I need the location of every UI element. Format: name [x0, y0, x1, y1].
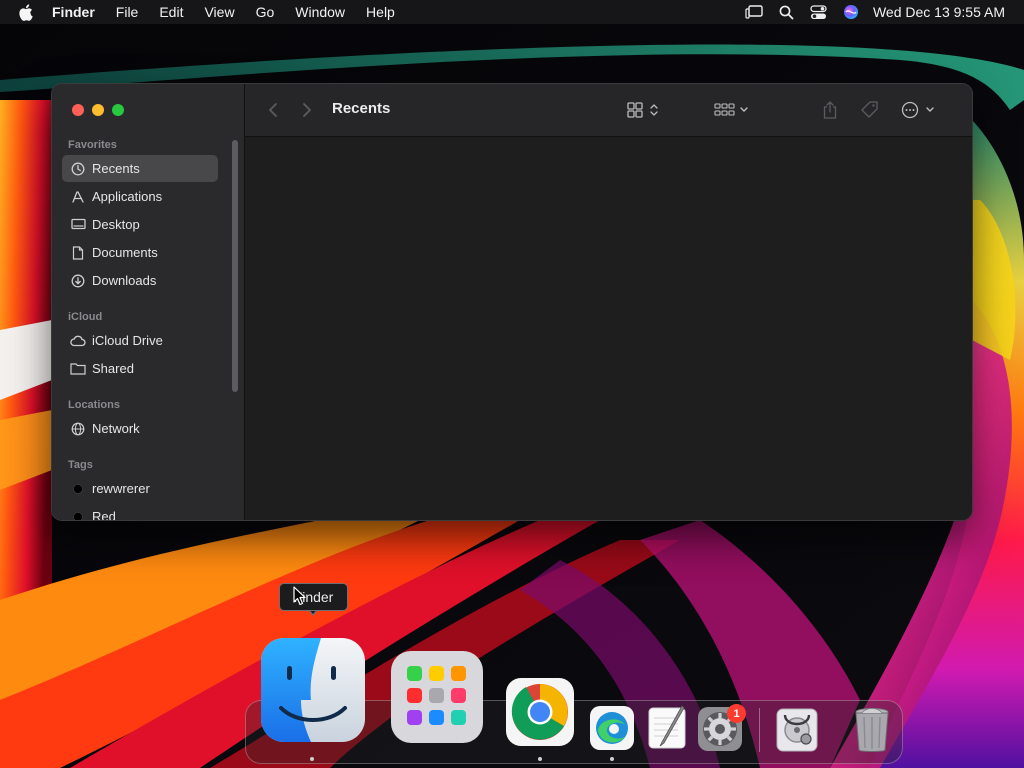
- sidebar-item-downloads[interactable]: Downloads: [62, 267, 218, 294]
- group-icon[interactable]: [709, 100, 753, 120]
- chrome-icon[interactable]: [505, 677, 575, 747]
- apple-icon[interactable]: [18, 3, 34, 21]
- window-title: Recents: [332, 100, 391, 117]
- sidebar-item-label: iCloud Drive: [92, 333, 163, 348]
- textedit-icon[interactable]: [644, 704, 690, 752]
- globe-icon: [70, 421, 86, 437]
- sidebar-item-label: rewwrerer: [92, 481, 150, 496]
- trash-icon[interactable]: [848, 704, 896, 754]
- tag-dot-icon: [70, 481, 86, 497]
- sidebar-item-label: Network: [92, 421, 140, 436]
- more-actions-icon[interactable]: [899, 99, 939, 121]
- sidebar-scrollbar[interactable]: [232, 140, 238, 392]
- menu-go[interactable]: Go: [256, 0, 275, 24]
- menu-bar-clock[interactable]: Wed Dec 13 9:55 AM: [873, 4, 1005, 20]
- forward-icon[interactable]: [297, 100, 317, 120]
- chrome-running-indicator: [538, 757, 542, 761]
- finder-icon[interactable]: [261, 638, 365, 742]
- sidebar-item-desktop[interactable]: Desktop: [62, 211, 218, 238]
- sidebar-item-applications[interactable]: Applications: [62, 183, 218, 210]
- clock-icon: [70, 161, 86, 177]
- sidebar-section-tags: Tags: [68, 459, 93, 471]
- sidebar-section-icloud: iCloud: [68, 311, 103, 323]
- spotlight-icon[interactable]: [779, 5, 794, 20]
- sidebar-section-locations: Locations: [68, 399, 120, 411]
- sidebar-item-label: Shared: [92, 361, 134, 376]
- control-center-icon[interactable]: [810, 4, 827, 20]
- launchpad-icon[interactable]: [390, 650, 484, 744]
- desktop-icon: [70, 217, 86, 233]
- applications-icon: [70, 189, 86, 205]
- tag-dot-icon: [70, 509, 86, 520]
- edge-running-indicator: [610, 757, 614, 761]
- sidebar-item-label: Desktop: [92, 217, 140, 232]
- menu-app-name[interactable]: Finder: [52, 0, 95, 24]
- finder-window: Favorites Recents Applications Desktop D…: [52, 84, 972, 520]
- sidebar-item-shared[interactable]: Shared: [62, 355, 218, 382]
- document-icon: [70, 245, 86, 261]
- menu-window[interactable]: Window: [295, 0, 345, 24]
- sidebar-item-label: Documents: [92, 245, 158, 260]
- sidebar-section-favorites: Favorites: [68, 139, 117, 151]
- sidebar-item-label: Downloads: [92, 273, 157, 288]
- menu-help[interactable]: Help: [366, 0, 395, 24]
- back-icon[interactable]: [263, 100, 283, 120]
- menu-file[interactable]: File: [116, 0, 139, 24]
- siri-icon[interactable]: [843, 4, 859, 20]
- shared-folder-icon: [70, 361, 86, 377]
- finder-sidebar: Favorites Recents Applications Desktop D…: [52, 84, 245, 520]
- menu-edit[interactable]: Edit: [159, 0, 183, 24]
- menu-view[interactable]: View: [204, 0, 234, 24]
- menu-bar: Finder File Edit View Go Window Help Wed…: [0, 0, 1024, 24]
- finder-toolbar: Recents: [245, 84, 972, 137]
- dock-separator: [759, 708, 760, 752]
- minimize-window-button[interactable]: [92, 104, 104, 116]
- sidebar-item-label: Red: [92, 509, 116, 520]
- sidebar-item-label: Applications: [92, 189, 163, 204]
- close-window-button[interactable]: [72, 104, 84, 116]
- zoom-window-button[interactable]: [112, 104, 124, 116]
- icon-view-icon[interactable]: [623, 100, 663, 120]
- sidebar-item-network[interactable]: Network: [62, 415, 218, 442]
- edge-icon[interactable]: [589, 705, 635, 751]
- tag-icon[interactable]: [858, 99, 882, 121]
- sidebar-item-icloud-drive[interactable]: iCloud Drive: [62, 327, 218, 354]
- sidebar-tag-red[interactable]: Red: [62, 503, 218, 520]
- sidebar-tag-rewwrerer[interactable]: rewwrerer: [62, 475, 218, 502]
- file-list-area[interactable]: [245, 137, 972, 520]
- mouse-cursor: [293, 586, 307, 611]
- sidebar-item-documents[interactable]: Documents: [62, 239, 218, 266]
- sidebar-item-label: Recents: [92, 161, 140, 176]
- notification-badge: 1: [727, 704, 746, 723]
- share-icon[interactable]: [819, 98, 841, 122]
- sidebar-item-recents[interactable]: Recents: [62, 155, 218, 182]
- stage-manager-icon[interactable]: [745, 5, 763, 19]
- disk-utility-icon[interactable]: [773, 705, 821, 753]
- cloud-icon: [70, 333, 86, 349]
- finder-running-indicator: [310, 757, 314, 761]
- download-icon: [70, 273, 86, 289]
- dock-tooltip: Finder: [279, 583, 348, 611]
